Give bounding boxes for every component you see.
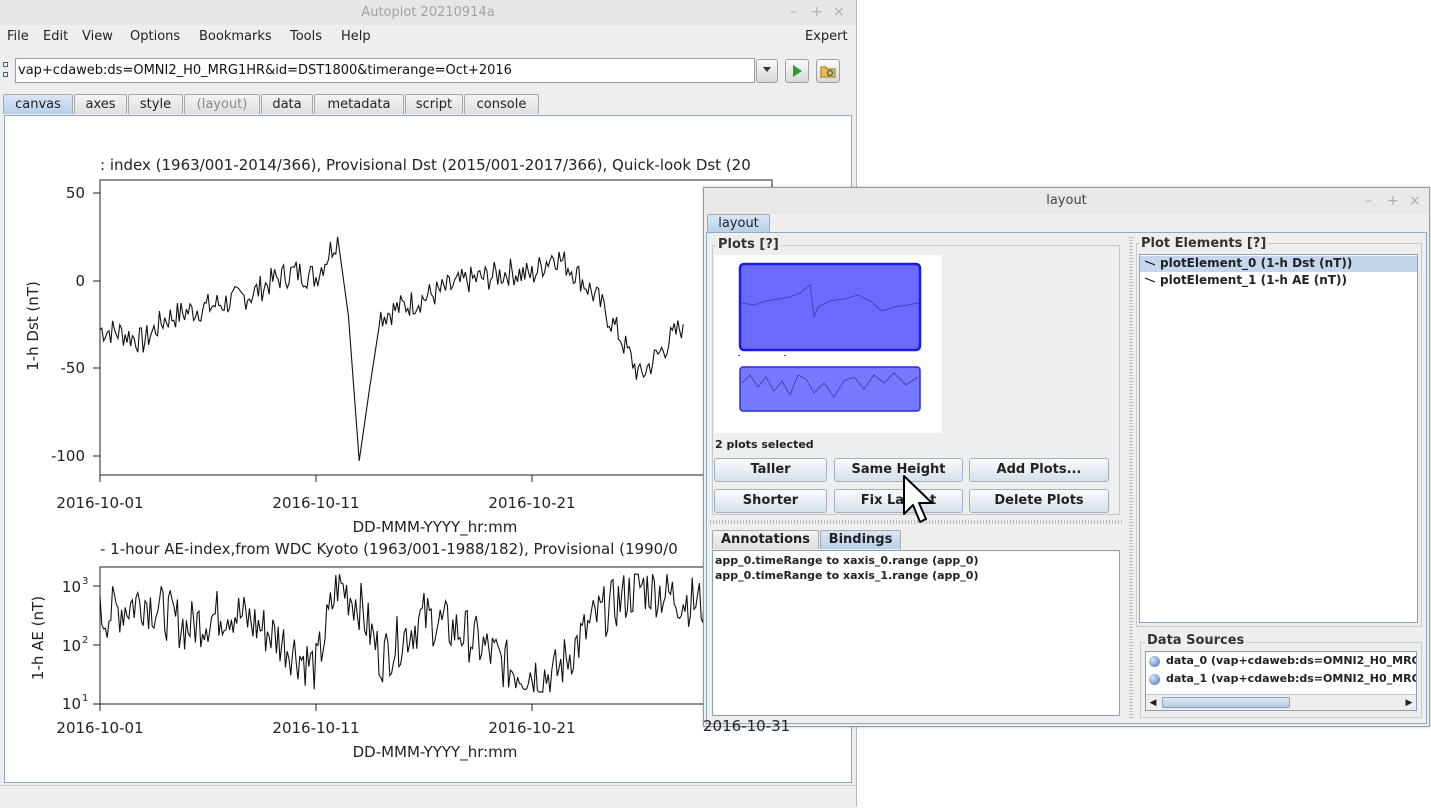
tab-canvas[interactable]: canvas [3,94,73,114]
dst-xlabel: DD-MMM-YYYY_hr:mm [353,518,518,537]
ae-series-line [99,573,725,693]
tab-console[interactable]: console [464,94,539,114]
dst-xtick: 2016-10-11 [272,494,359,512]
ae-ylabel: 1-h AE (nT) [29,596,47,680]
maximize-icon[interactable]: + [811,0,823,25]
ae-xtick-last: 2016-10-31 [703,717,791,735]
dialog-titlebar[interactable]: layout [704,188,1429,214]
ae-ytick-exp: 2 [82,635,88,646]
mouse-cursor-icon [903,475,933,523]
data-source-row[interactable]: data_1 (vap+cdaweb:ds=OMNI2_H0_MRG1HI [1166,672,1416,685]
plot-elements-label[interactable]: Plot Elements [?] [1139,236,1269,251]
tab-style[interactable]: style [128,94,183,114]
ae-ytick: 10 [62,637,81,655]
plots-thumbnail-svg [738,262,922,412]
ae-ytick-exp: 1 [82,693,88,704]
scrollbar-thumb[interactable] [1162,697,1290,708]
data-sources-label: Data Sources [1145,633,1247,648]
binding-row[interactable]: app_0.timeRange to xaxis_0.range (app_0) [715,554,978,567]
close-icon[interactable]: × [833,0,845,25]
dst-y-axis: 50 0 -50 -100 [51,184,85,465]
ae-ytick: 10 [62,578,81,596]
drag-handle-icon[interactable] [3,62,10,80]
status-bar [0,785,856,808]
layout-dialog: layout – + × layout Plots [?] 2 plots se… [703,187,1430,727]
ae-xtick: 2016-10-21 [488,719,575,737]
shorter-button[interactable]: Shorter [714,489,827,513]
scroll-left-icon[interactable]: ◀ [1146,695,1160,710]
menu-edit[interactable]: Edit [43,25,68,49]
window-titlebar[interactable]: Autoplot 20210914a [0,0,856,25]
chevron-down-icon [763,67,771,72]
dialog-minimize-icon[interactable]: – [1365,188,1372,214]
ae-ytick: 10 [62,695,81,713]
ae-xtick: 2016-10-01 [56,719,143,737]
binding-row[interactable]: app_0.timeRange to xaxis_1.range (app_0) [715,569,978,582]
dst-plot-frame[interactable] [99,179,773,476]
scroll-right-icon[interactable]: ▶ [1402,695,1416,710]
tab-axes[interactable]: axes [74,94,127,114]
data-source-row[interactable]: data_0 (vap+cdaweb:ds=OMNI2_H0_MRG1HI [1166,654,1416,667]
data-sources-list[interactable]: data_0 (vap+cdaweb:ds=OMNI2_H0_MRG1HI da… [1145,651,1417,711]
menu-file[interactable]: File [7,25,29,49]
horizontal-scrollbar[interactable]: ◀ ▶ [1146,694,1416,710]
add-plots-button[interactable]: Add Plots... [969,458,1109,482]
menu-tools[interactable]: Tools [290,25,322,49]
dialog-close-icon[interactable]: × [1409,188,1421,214]
line-icon [1145,277,1155,283]
folder-icon [820,66,836,78]
vertical-splitter[interactable] [1129,236,1133,718]
menu-expert[interactable]: Expert [805,25,848,49]
dst-ylabel: 1-h Dst (nT) [24,281,42,371]
dst-xtick: 2016-10-21 [488,494,575,512]
data-source-icon [1149,656,1160,667]
bindings-list[interactable]: app_0.timeRange to xaxis_0.range (app_0)… [712,550,1120,716]
dst-ytick: -50 [61,359,86,377]
taller-button[interactable]: Taller [714,458,827,482]
line-icon [1145,260,1155,266]
minimize-icon[interactable]: – [790,0,797,25]
dst-plot-title: : index (1963/001-2014/366), Provisional… [100,156,751,174]
dst-series-line [99,236,684,461]
play-icon [793,65,802,77]
tab-data[interactable]: data [261,94,313,114]
plots-thumbnail[interactable] [714,255,942,433]
menu-help[interactable]: Help [341,25,371,49]
delete-plots-button[interactable]: Delete Plots [969,489,1109,513]
uri-dropdown-button[interactable] [756,59,778,83]
tab-annotations[interactable]: Annotations [712,530,819,549]
dst-ytick: 50 [66,184,85,202]
dialog-title: layout [1046,193,1087,208]
plot-element-row[interactable]: plotElement_0 (1-h Dst (nT)) [1160,256,1352,270]
dst-ytick: -100 [51,447,85,465]
fix-layout-button[interactable]: Fix La t [834,489,963,513]
fix-layout-label: Fix La [860,493,905,508]
ae-xtick: 2016-10-11 [272,719,359,737]
same-height-button[interactable]: Same Height [834,458,963,482]
browse-button[interactable] [816,59,840,83]
ae-xlabel: DD-MMM-YYYY_hr:mm [353,743,518,762]
menu-bar: File Edit View Options Bookmarks Tools H… [0,25,856,49]
data-source-icon [1149,674,1160,685]
tab-script[interactable]: script [405,94,463,114]
plot-elements-list[interactable]: plotElement_0 (1-h Dst (nT)) plotElement… [1139,254,1418,623]
window-title: Autoplot 20210914a [361,5,495,20]
menu-options[interactable]: Options [130,25,180,49]
dialog-tab-layout[interactable]: layout [707,214,770,232]
go-button[interactable] [785,59,809,83]
plot-element-row[interactable]: plotElement_1 (1-h AE (nT)) [1160,273,1347,287]
dst-ytick: 0 [75,272,85,290]
dst-xtick: 2016-10-01 [56,494,143,512]
menu-view[interactable]: View [82,25,113,49]
dialog-maximize-icon[interactable]: + [1387,188,1399,214]
menu-bookmarks[interactable]: Bookmarks [199,25,272,49]
plots-selected-text: 2 plots selected [715,438,814,451]
tab-bindings[interactable]: Bindings [820,530,901,549]
tab-metadata[interactable]: metadata [314,94,404,114]
tab-layout[interactable]: (layout) [184,94,260,114]
ae-ytick-exp: 3 [82,576,88,587]
ae-plot-title: - 1-hour AE-index,from WDC Kyoto (1963/0… [100,540,678,558]
plots-group-label[interactable]: Plots [?] [716,237,781,252]
uri-input[interactable]: vap+cdaweb:ds=OMNI2_H0_MRG1HR&id=DST1800… [15,58,755,83]
